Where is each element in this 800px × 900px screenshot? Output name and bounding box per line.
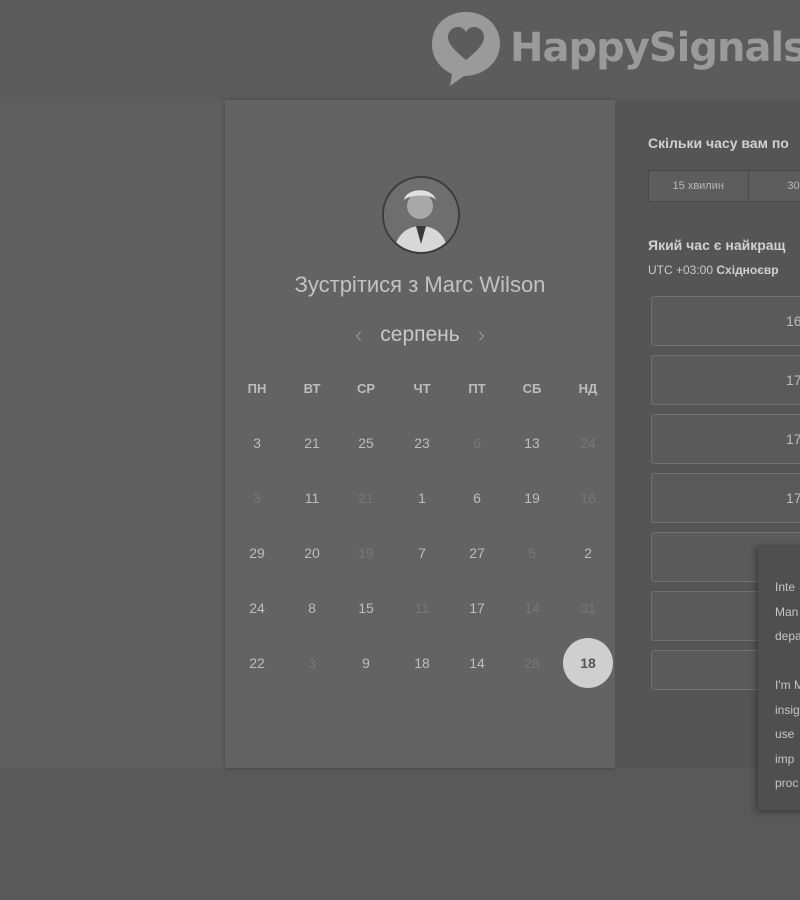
calendar-day: 3 xyxy=(308,655,316,671)
calendar-day[interactable]: 13 xyxy=(508,419,556,467)
weekday-header: ПН ВТ СР ЧТ ПТ СБ НД xyxy=(225,381,615,397)
calendar-day[interactable]: 18 xyxy=(398,639,446,687)
time-slot-label: 17 xyxy=(786,431,800,447)
calendar-day: 28 xyxy=(524,655,540,671)
meeting-title: Зустрітися з Marc Wilson xyxy=(294,272,546,297)
top-bar: HappySignals xyxy=(0,0,800,100)
calendar-day: 6 xyxy=(473,435,481,451)
calendar-day[interactable]: 29 xyxy=(233,529,281,577)
month-label: серпень xyxy=(380,323,460,346)
time-slot[interactable]: 16 xyxy=(651,296,800,346)
timezone-offset: UTC +03:00 xyxy=(648,263,714,277)
calendar-day: 31 xyxy=(580,600,596,616)
month-navigation: ‹ серпень › xyxy=(225,320,615,350)
calendar-day[interactable]: 2 xyxy=(564,529,612,577)
calendar-day[interactable]: 23 xyxy=(398,419,446,467)
time-slot[interactable]: 17 xyxy=(651,414,800,464)
heart-bubble-icon xyxy=(432,12,500,86)
time-slot-label: 17 xyxy=(786,372,800,388)
weekday-label: СР xyxy=(356,381,376,396)
duration-question: Скільки часу вам по xyxy=(648,135,789,151)
time-slot-label: 17 xyxy=(786,490,800,506)
weekday-label: НД xyxy=(578,381,598,396)
timezone-name: Східноєвр xyxy=(716,263,779,277)
time-slot[interactable]: 17 xyxy=(651,473,800,523)
calendar-day[interactable]: 24 xyxy=(233,584,281,632)
calendar-day: 11 xyxy=(414,600,430,616)
time-question: Який час є найкращ xyxy=(648,237,786,253)
duration-option-30[interactable]: 30 х xyxy=(748,170,800,202)
calendar-day[interactable]: 1 xyxy=(398,474,446,522)
calendar-day[interactable]: 8 xyxy=(288,584,336,632)
avatar xyxy=(382,176,460,254)
host-info-tooltip: Inte Man depa I'm M insig use imp proc xyxy=(758,545,800,810)
calendar-day[interactable]: 14 xyxy=(453,639,501,687)
calendar-day: 5 xyxy=(528,545,536,561)
calendar-day: 3 xyxy=(253,490,261,506)
weekday-label: СБ xyxy=(522,381,542,396)
weekday-label: ВТ xyxy=(303,381,321,396)
calendar-day[interactable]: 9 xyxy=(342,639,390,687)
calendar-day[interactable]: 27 xyxy=(453,529,501,577)
calendar-day-selected[interactable]: 18 xyxy=(563,638,613,688)
brand-name: HappySignals xyxy=(510,25,800,71)
calendar-day[interactable]: 22 xyxy=(233,639,281,687)
calendar-day: 24 xyxy=(580,435,596,451)
weekday-label: ЧТ xyxy=(413,381,431,396)
calendar-card: Зустрітися з Marc Wilson ‹ серпень › ПН В… xyxy=(225,100,615,768)
calendar-day[interactable]: 21 xyxy=(288,419,336,467)
duration-selector: 15 хвилин 30 х xyxy=(648,170,800,202)
duration-option-15[interactable]: 15 хвилин xyxy=(648,170,749,202)
calendar-day[interactable]: 17 xyxy=(453,584,501,632)
tooltip-text-bio: I'm M insig use imp proc xyxy=(775,678,800,790)
timezone-label[interactable]: UTC +03:00 Східноєвр xyxy=(648,263,779,277)
weekday-label: ПН xyxy=(247,381,267,396)
chevron-left-icon[interactable]: ‹ xyxy=(355,322,362,348)
tooltip-text-intro: Inte Man depa xyxy=(775,580,800,643)
time-slot[interactable]: 17 xyxy=(651,355,800,405)
calendar-day: 21 xyxy=(358,490,374,506)
calendar-day[interactable]: 6 xyxy=(453,474,501,522)
calendar-day[interactable]: 20 xyxy=(288,529,336,577)
calendar-day: 14 xyxy=(524,600,540,616)
calendar-day: 16 xyxy=(580,490,596,506)
calendar-day[interactable]: 3 xyxy=(233,419,281,467)
happysignals-logo[interactable]: HappySignals xyxy=(430,8,800,88)
calendar-day[interactable]: 11 xyxy=(288,474,336,522)
calendar-day[interactable]: 25 xyxy=(342,419,390,467)
person-avatar-icon xyxy=(384,178,458,252)
chevron-right-icon[interactable]: › xyxy=(478,322,485,348)
calendar-day[interactable]: 19 xyxy=(508,474,556,522)
calendar-day: 19 xyxy=(358,545,374,561)
calendar-day[interactable]: 15 xyxy=(342,584,390,632)
calendar-day[interactable]: 7 xyxy=(398,529,446,577)
time-slot-label: 16 xyxy=(786,313,800,329)
weekday-label: ПТ xyxy=(468,381,486,396)
